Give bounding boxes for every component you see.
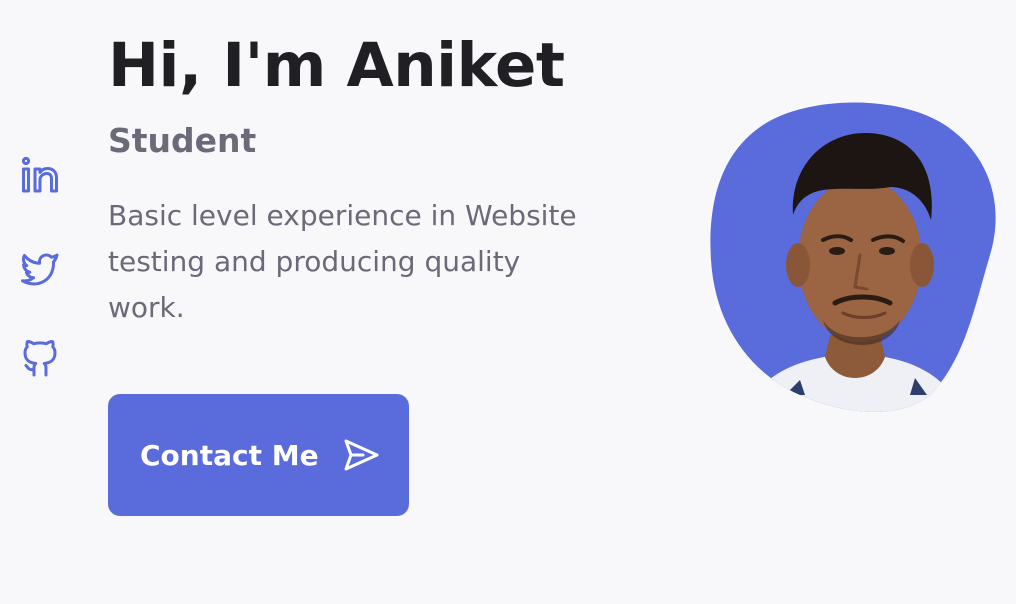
linkedin-link[interactable] [20,155,60,195]
contact-button-label: Contact Me [140,438,319,472]
description: Basic level experience in Website testin… [108,199,577,324]
subtitle: Student [108,121,257,160]
profile-photo [710,102,996,412]
page-title: Hi, I'm Aniket [108,30,565,101]
contact-button[interactable]: Contact Me [108,394,409,516]
send-icon [344,439,379,471]
github-icon [23,340,57,377]
linkedin-icon [21,156,58,193]
twitter-link[interactable] [20,247,60,287]
twitter-icon [21,253,59,286]
github-link[interactable] [20,338,60,378]
profile-avatar [705,95,1005,415]
